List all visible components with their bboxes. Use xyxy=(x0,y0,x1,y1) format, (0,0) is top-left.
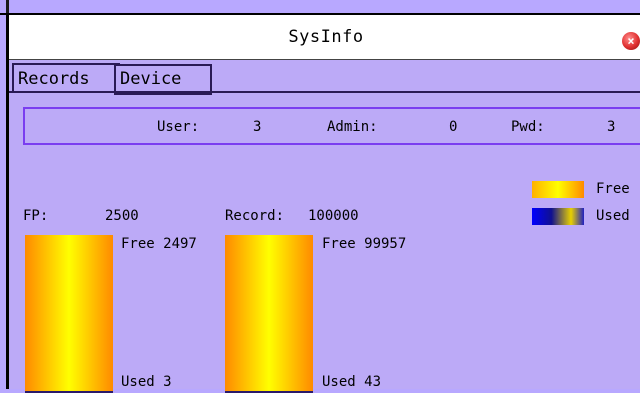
sysinfo-window: SysInfo × Records Device User: 3 Admin: … xyxy=(6,15,640,393)
fp-capacity: 2500 xyxy=(105,208,139,224)
record-free-text: Free 99957 xyxy=(322,236,407,252)
admin-count: 0 xyxy=(449,119,458,135)
user-count: 3 xyxy=(253,119,262,135)
fp-free-text: Free 2497 xyxy=(121,236,197,252)
title-bar: SysInfo × xyxy=(9,15,640,60)
fp-used-text: Used 3 xyxy=(121,374,172,390)
legend-used-label: Used xyxy=(596,208,630,224)
tab-records[interactable]: Records xyxy=(12,63,120,93)
records-panel: User: 3 Admin: 0 Pwd: 3 Free Used FP: 25… xyxy=(9,91,640,393)
window-title: SysInfo xyxy=(288,27,364,47)
record-usage-bar xyxy=(225,235,313,393)
user-label: User: xyxy=(157,119,200,135)
pwd-count: 3 xyxy=(607,119,616,135)
top-strip xyxy=(0,0,640,15)
pwd-label: Pwd: xyxy=(511,119,545,135)
user-stats-box: User: 3 Admin: 0 Pwd: 3 xyxy=(23,107,640,145)
record-capacity: 100000 xyxy=(308,208,359,224)
close-icon[interactable]: × xyxy=(622,32,640,50)
fp-usage-bar xyxy=(25,235,113,393)
window-edge-marker xyxy=(6,0,9,14)
admin-label: Admin: xyxy=(327,119,378,135)
record-label: Record: xyxy=(225,208,285,224)
legend-free-swatch xyxy=(532,181,584,198)
legend-free-label: Free xyxy=(596,181,630,197)
legend-used-swatch xyxy=(532,208,584,225)
record-used-text: Used 43 xyxy=(322,374,382,390)
fp-label: FP: xyxy=(23,208,49,224)
